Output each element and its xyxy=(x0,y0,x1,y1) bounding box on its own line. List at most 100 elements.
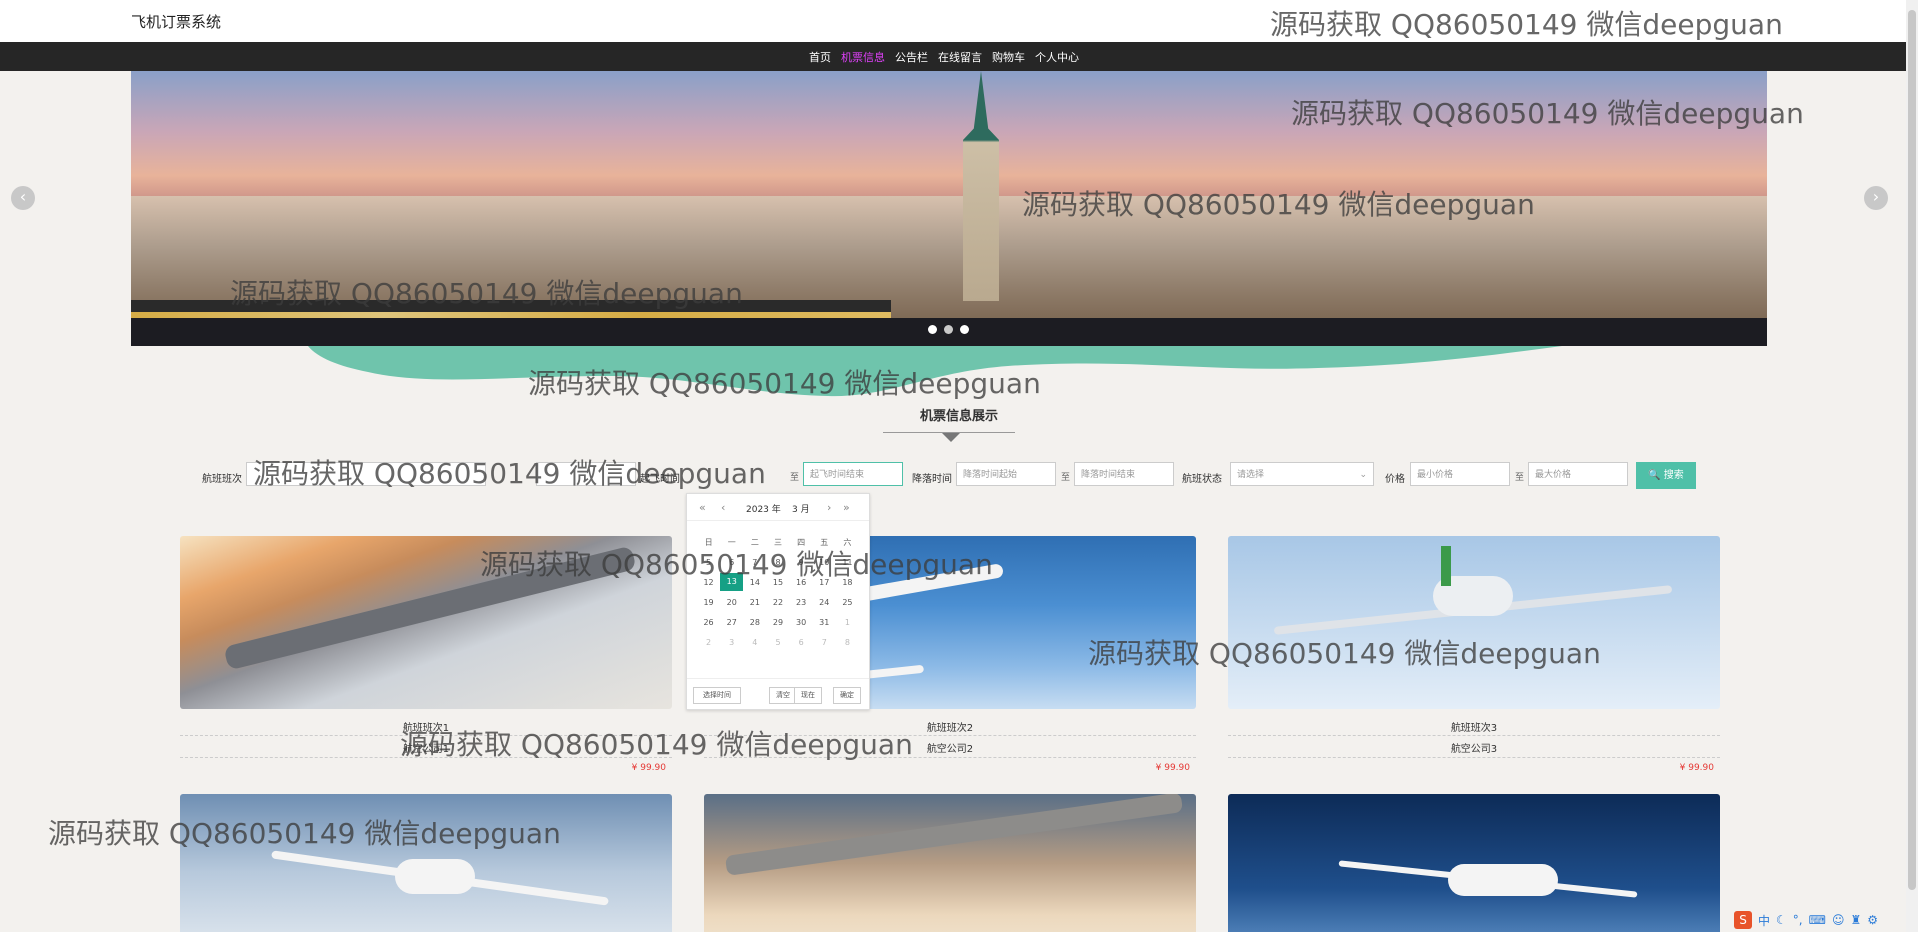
landing-end-input[interactable]: 降落时间结束 xyxy=(1074,462,1174,486)
price-to-label: 至 xyxy=(1515,473,1525,483)
landing-to-label: 至 xyxy=(1061,473,1071,483)
carousel-dots xyxy=(928,325,969,334)
calendar-day[interactable]: 30 xyxy=(790,618,813,627)
carousel-next-icon[interactable]: › xyxy=(1864,186,1888,210)
skin-icon[interactable]: ♜ xyxy=(1850,913,1861,927)
settings-icon[interactable]: ⚙ xyxy=(1867,913,1878,927)
nav-item-profile[interactable]: 个人中心 xyxy=(1035,49,1079,65)
user-icon[interactable]: ☺ xyxy=(1832,913,1845,927)
watermark: 源码获取 QQ86050149 微信deepguan xyxy=(230,277,743,310)
week-row: 19 20 21 22 23 24 25 xyxy=(697,592,859,612)
moon-icon[interactable]: ☾ xyxy=(1776,913,1787,927)
next-year-icon[interactable]: » xyxy=(843,501,850,514)
nav-item-home[interactable]: 首页 xyxy=(809,49,831,65)
calendar-day-next-month[interactable]: 4 xyxy=(743,638,766,647)
section-title: 机票信息展示 xyxy=(919,409,998,424)
watermark: 源码获取 QQ86050149 微信deepguan xyxy=(48,817,561,850)
flight-card-6[interactable] xyxy=(1228,794,1720,932)
calendar-day[interactable]: 29 xyxy=(766,618,789,627)
nav-item-flights[interactable]: 机票信息 xyxy=(841,49,885,65)
site-title[interactable]: 飞机订票系统 xyxy=(131,11,221,32)
nav-item-cart[interactable]: 购物车 xyxy=(992,49,1025,65)
calendar-day[interactable]: 28 xyxy=(743,618,766,627)
watermark: 源码获取 QQ86050149 微信deepguan xyxy=(480,548,993,581)
clear-button[interactable]: 清空 xyxy=(769,687,797,704)
price-label: 价格 xyxy=(1385,474,1405,485)
week-row: 2 3 4 5 6 7 8 xyxy=(697,632,859,652)
ime-mode[interactable]: 中 xyxy=(1758,912,1770,929)
prev-month-icon[interactable]: ‹ xyxy=(721,501,725,514)
page-scrollbar[interactable] xyxy=(1906,0,1918,932)
nav-items: 首页 机票信息 公告栏 在线留言 购物车 个人中心 xyxy=(809,42,1079,71)
plane-tail xyxy=(1441,546,1451,586)
ime-logo-icon[interactable]: S xyxy=(1734,911,1752,929)
ime-toolbar: S 中 ☾ °, ⌨ ☺ ♜ ⚙ xyxy=(1734,910,1878,930)
takeoff-to-label: 至 xyxy=(790,473,800,483)
section-divider-arrow xyxy=(942,433,960,442)
plane-body xyxy=(1448,864,1558,896)
card-divider xyxy=(1228,735,1720,736)
watermark: 源码获取 QQ86050149 微信deepguan xyxy=(1270,8,1783,41)
prev-year-icon[interactable]: « xyxy=(699,501,706,514)
flight-airline-3: 航空公司3 xyxy=(1450,744,1498,755)
calendar-day[interactable]: 21 xyxy=(743,598,766,607)
calendar-day[interactable]: 22 xyxy=(766,598,789,607)
flight-price-3: ¥ 99.90 xyxy=(1679,763,1714,773)
next-month-icon[interactable]: › xyxy=(827,501,831,514)
flight-status-value: 请选择 xyxy=(1237,470,1265,480)
calendar-day-next-month[interactable]: 3 xyxy=(720,638,743,647)
calendar-day[interactable]: 19 xyxy=(697,598,720,607)
watermark: 源码获取 QQ86050149 微信deepguan xyxy=(1291,97,1804,130)
calendar-day-next-month[interactable]: 1 xyxy=(836,618,859,627)
search-button[interactable]: 🔍 搜索 xyxy=(1636,462,1696,489)
plane-body xyxy=(395,859,475,894)
calendar-day-next-month[interactable]: 6 xyxy=(790,638,813,647)
calendar-day-next-month[interactable]: 5 xyxy=(766,638,789,647)
landing-time-label: 降落时间 xyxy=(912,474,952,485)
flight-price-2: ¥ 99.90 xyxy=(1155,763,1190,773)
calendar-day[interactable]: 24 xyxy=(813,598,836,607)
scrollbar-thumb[interactable] xyxy=(1908,10,1916,890)
date-picker-footer: 选择时间 清空 现在 确定 xyxy=(687,678,869,709)
confirm-button[interactable]: 确定 xyxy=(833,687,861,704)
keyboard-icon[interactable]: ⌨ xyxy=(1809,913,1826,927)
now-button[interactable]: 现在 xyxy=(794,687,822,704)
flight-status-select[interactable]: 请选择 ⌄ xyxy=(1230,462,1374,486)
calendar-day[interactable]: 26 xyxy=(697,618,720,627)
date-picker-header: « ‹ 2023 年 3 月 › » xyxy=(687,494,869,521)
calendar-day[interactable]: 31 xyxy=(813,618,836,627)
landing-start-input[interactable]: 降落时间起始 xyxy=(956,462,1056,486)
nav-item-messages[interactable]: 在线留言 xyxy=(938,49,982,65)
calendar-day[interactable]: 27 xyxy=(720,618,743,627)
watermark: 源码获取 QQ86050149 微信deepguan xyxy=(400,728,913,761)
carousel-dot[interactable] xyxy=(928,325,937,334)
flight-image-3[interactable] xyxy=(1228,536,1720,709)
calendar-day-next-month[interactable]: 2 xyxy=(697,638,720,647)
flight-card-5[interactable] xyxy=(704,794,1196,932)
flight-image-5[interactable] xyxy=(704,794,1196,932)
calendar-day[interactable]: 23 xyxy=(790,598,813,607)
select-time-button[interactable]: 选择时间 xyxy=(693,687,741,704)
week-row: 26 27 28 29 30 31 1 xyxy=(697,612,859,632)
carousel-dot[interactable] xyxy=(960,325,969,334)
punctuation-icon[interactable]: °, xyxy=(1793,913,1803,927)
flight-image-6[interactable] xyxy=(1228,794,1720,932)
calendar-day[interactable]: 20 xyxy=(720,598,743,607)
chevron-down-icon: ⌄ xyxy=(1359,470,1367,480)
takeoff-end-input[interactable]: 起飞时间结束 xyxy=(803,462,903,486)
flight-number-label: 航班班次 xyxy=(202,474,242,485)
carousel-prev-icon[interactable]: ‹ xyxy=(11,186,35,210)
min-price-input[interactable]: 最小价格 xyxy=(1410,462,1510,486)
calendar-month[interactable]: 3 月 xyxy=(792,502,810,515)
calendar-day-next-month[interactable]: 7 xyxy=(813,638,836,647)
flight-name-3: 航班班次3 xyxy=(1450,723,1498,734)
watermark: 源码获取 QQ86050149 微信deepguan xyxy=(1022,188,1535,221)
max-price-input[interactable]: 最大价格 xyxy=(1528,462,1628,486)
date-picker: « ‹ 2023 年 3 月 › » 日 一 二 三 四 五 六 5 6 7 8… xyxy=(686,493,870,710)
calendar-day-next-month[interactable]: 8 xyxy=(836,638,859,647)
carousel-dot-active[interactable] xyxy=(944,325,953,334)
main-nav: 首页 机票信息 公告栏 在线留言 购物车 个人中心 xyxy=(0,42,1918,71)
nav-item-announcements[interactable]: 公告栏 xyxy=(895,49,928,65)
calendar-year[interactable]: 2023 年 xyxy=(746,502,781,515)
calendar-day[interactable]: 25 xyxy=(836,598,859,607)
